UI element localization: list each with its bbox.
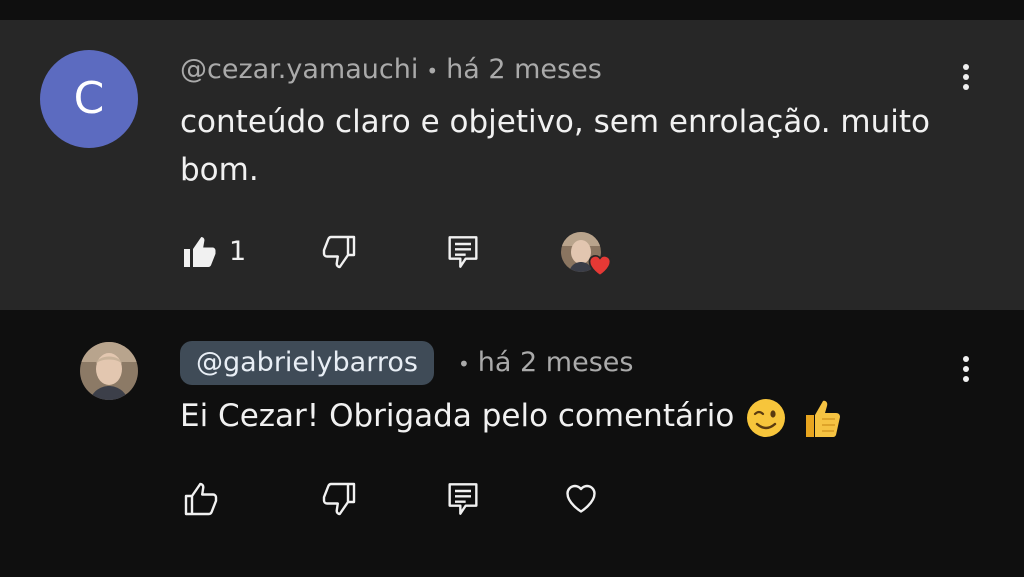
reply-kebab-menu-icon[interactable] [951, 352, 981, 392]
reply-author-chip[interactable]: @gabrielybarros [180, 341, 434, 385]
dislike-button[interactable] [321, 234, 357, 274]
like-count: 1 [229, 236, 247, 267]
reply-icon [448, 483, 478, 515]
reply-time[interactable]: há 2 meses [478, 347, 634, 378]
thumbs-up-emoji-icon [806, 400, 841, 437]
comment-text: conteúdo claro e objetivo, sem enrolação… [180, 104, 930, 188]
creator-heart-icon [586, 251, 614, 281]
reply-meta: • há 2 meses [450, 347, 633, 378]
like-button[interactable] [181, 234, 217, 274]
comment-time[interactable]: há 2 meses [446, 54, 602, 85]
thumbs-up-outline-icon [184, 482, 218, 516]
heart-outline-icon [566, 484, 596, 513]
top-bar [0, 0, 1024, 20]
reply-text-line: Ei Cezar! Obrigada pelo comentário [180, 392, 880, 441]
comment-author[interactable]: @cezar.yamauchi [180, 54, 418, 85]
avatar-letter: C [73, 73, 105, 124]
meta-separator: • [426, 58, 439, 83]
comment-kebab-menu-icon[interactable] [951, 60, 981, 100]
meta-separator: • [458, 351, 470, 376]
comment-meta: @cezar.yamauchi • há 2 meses [180, 54, 602, 85]
reply-button[interactable] [447, 234, 479, 274]
reply-dislike-button[interactable] [321, 481, 357, 521]
reply-author: @gabrielybarros [196, 347, 418, 378]
avatar-image [80, 342, 138, 400]
winking-face-emoji-icon [747, 398, 786, 437]
commenter-avatar[interactable]: C [40, 50, 138, 148]
heart-button[interactable] [563, 481, 599, 519]
reply-author-avatar[interactable] [80, 342, 138, 400]
reply-like-button[interactable] [183, 481, 219, 521]
thumbs-down-icon [322, 482, 356, 516]
reply-text: Ei Cezar! Obrigada pelo comentário [180, 398, 735, 434]
thumbs-up-filled-icon [184, 237, 216, 267]
thumbs-down-icon [322, 235, 356, 269]
reply-icon [448, 236, 478, 268]
reply-reply-button[interactable] [447, 481, 479, 521]
